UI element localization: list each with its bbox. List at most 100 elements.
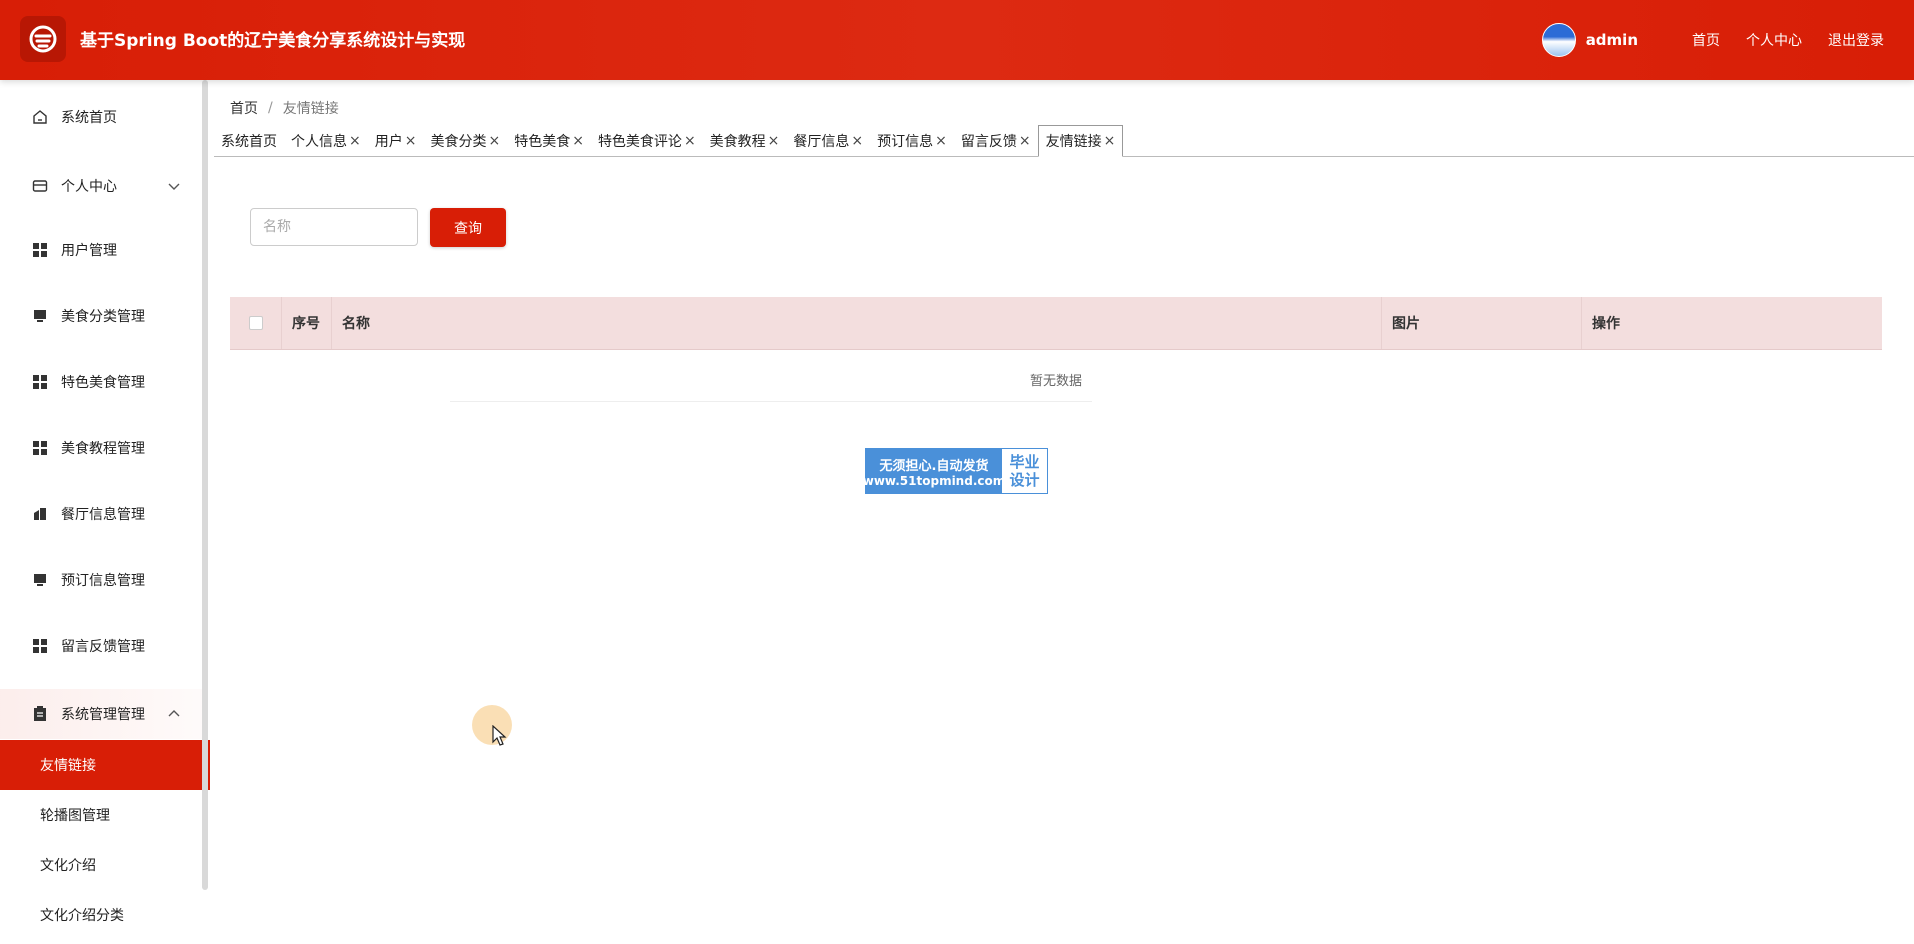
watermark-right: 毕业 设计	[1002, 449, 1047, 493]
sidebar-item-label: 用户管理	[61, 243, 117, 259]
tab-food-category[interactable]: 美食分类 ×	[423, 126, 507, 156]
tab-label: 用户	[374, 134, 403, 150]
sidebar-item-users[interactable]: 用户管理	[0, 225, 202, 275]
wallet-icon	[31, 177, 49, 195]
sidebar-item-label: 美食教程管理	[61, 441, 145, 457]
tab-label: 个人信息	[291, 134, 347, 150]
column-header-name: 名称	[332, 297, 1382, 349]
sidebar-subitem-carousel[interactable]: 轮播图管理	[0, 790, 210, 840]
sidebar-item-label: 特色美食管理	[61, 375, 145, 391]
sidebar-item-label: 预订信息管理	[61, 573, 145, 589]
sidebar-item-food-category[interactable]: 美食分类管理	[0, 291, 202, 341]
sidebar-item-reservations[interactable]: 预订信息管理	[0, 555, 202, 605]
close-icon[interactable]: ×	[572, 133, 584, 149]
breadcrumb-home[interactable]: 首页	[230, 98, 258, 118]
tab-label: 特色美食	[514, 134, 571, 150]
tab-label: 留言反馈	[960, 134, 1017, 150]
tab-label: 特色美食评论	[597, 134, 682, 150]
monitor-icon	[31, 307, 49, 325]
sidebar-item-label: 留言反馈管理	[61, 639, 145, 655]
grid-icon	[31, 241, 49, 259]
app-logo-icon	[20, 16, 66, 62]
tab-label: 预订信息	[877, 134, 934, 150]
column-header-image: 图片	[1382, 297, 1582, 349]
close-icon[interactable]: ×	[405, 133, 417, 149]
tab-label: 餐厅信息	[793, 134, 850, 150]
grid-icon	[31, 439, 49, 457]
tab-feedback[interactable]: 留言反馈 ×	[954, 126, 1038, 156]
sidebar: 系统首页 个人中心 用户管理 美食分类管理 特色美食管理 美食教程管理 餐厅信息…	[0, 80, 210, 944]
search-input[interactable]	[250, 208, 418, 246]
close-icon[interactable]: ×	[1104, 133, 1116, 149]
data-table: 序号 名称 图片 操作 暂无数据	[230, 297, 1882, 408]
close-icon[interactable]: ×	[851, 133, 863, 149]
close-icon[interactable]: ×	[1019, 133, 1031, 149]
sidebar-item-label: 系统管理管理	[61, 707, 145, 723]
tab-friend-links[interactable]: 友情链接 ×	[1037, 125, 1124, 157]
breadcrumb-separator: /	[268, 100, 273, 116]
sidebar-item-label: 个人中心	[61, 179, 117, 195]
sidebar-subitem-culture[interactable]: 文化介绍	[0, 840, 210, 890]
close-icon[interactable]: ×	[684, 133, 696, 149]
sidebar-subitem-culture-category[interactable]: 文化介绍分类	[0, 890, 210, 940]
tab-bar: 系统首页 个人信息 × 用户 × 美食分类 × 特色美食 × 特色美食评论 × 美食教程 ×…	[214, 124, 1914, 157]
tab-label: 友情链接	[1045, 134, 1102, 150]
watermark-right-top: 毕业	[1009, 453, 1040, 471]
select-all-cell	[230, 297, 282, 349]
tab-home[interactable]: 系统首页	[214, 126, 284, 156]
sidebar-subitem-label: 轮播图管理	[40, 808, 110, 824]
tab-restaurants[interactable]: 餐厅信息 ×	[786, 126, 870, 156]
grid-icon	[31, 637, 49, 655]
building-icon	[31, 505, 49, 523]
header-user-area: admin 首页 个人中心 退出登录	[1541, 20, 1884, 60]
tab-reservations[interactable]: 预订信息 ×	[870, 126, 954, 156]
watermark-line1: 无须担心.自动发货	[879, 458, 989, 474]
chevron-up-icon	[168, 710, 180, 717]
app-title: 基于Spring Boot的辽宁美食分享系统设计与实现	[80, 31, 466, 51]
select-all-checkbox[interactable]	[248, 316, 263, 330]
header-link-profile[interactable]: 个人中心	[1746, 30, 1802, 50]
close-icon[interactable]: ×	[349, 133, 361, 149]
header-link-logout[interactable]: 退出登录	[1828, 30, 1884, 50]
tab-special-food-comments[interactable]: 特色美食评论 ×	[591, 126, 703, 156]
close-icon[interactable]: ×	[768, 133, 780, 149]
sidebar-item-tutorials[interactable]: 美食教程管理	[0, 423, 202, 473]
tab-label: 美食分类	[430, 134, 487, 150]
tab-special-food[interactable]: 特色美食 ×	[507, 126, 591, 156]
column-header-actions: 操作	[1592, 316, 1620, 332]
sidebar-item-feedback[interactable]: 留言反馈管理	[0, 621, 202, 671]
sidebar-item-profile[interactable]: 个人中心	[0, 161, 202, 211]
sidebar-item-home[interactable]: 系统首页	[0, 92, 202, 142]
tab-tutorials[interactable]: 美食教程 ×	[703, 126, 787, 156]
close-icon[interactable]: ×	[935, 133, 947, 149]
clipboard-icon	[31, 705, 49, 723]
header-link-home[interactable]: 首页	[1692, 30, 1720, 50]
sidebar-subitem-label: 文化介绍分类	[40, 908, 124, 924]
sidebar-subitem-label: 文化介绍	[40, 858, 96, 874]
watermark-badge: 无须担心.自动发货 www.51topmind.com 毕业 设计	[863, 448, 1048, 494]
sidebar-item-label: 美食分类管理	[61, 309, 145, 325]
table-empty-text: 暂无数据	[230, 350, 1882, 408]
sidebar-item-special-food[interactable]: 特色美食管理	[0, 357, 202, 407]
monitor-icon	[31, 571, 49, 589]
watermark-left: 无须担心.自动发货 www.51topmind.com	[863, 449, 1005, 493]
sidebar-item-label: 餐厅信息管理	[61, 507, 145, 523]
avatar[interactable]	[1541, 23, 1576, 57]
breadcrumb: 首页 / 友情链接	[230, 98, 339, 118]
chevron-down-icon	[168, 183, 180, 190]
sidebar-subitem-label: 友情链接	[40, 758, 96, 774]
sidebar-item-system-management[interactable]: 系统管理管理	[0, 689, 202, 739]
close-icon[interactable]: ×	[488, 133, 500, 149]
sidebar-item-label: 系统首页	[61, 110, 117, 126]
sidebar-item-restaurants[interactable]: 餐厅信息管理	[0, 489, 202, 539]
sidebar-subitem-friend-links[interactable]: 友情链接	[0, 740, 210, 790]
sidebar-scrollbar[interactable]	[202, 80, 208, 890]
tab-users[interactable]: 用户 ×	[368, 126, 424, 156]
tab-personal-info[interactable]: 个人信息 ×	[284, 126, 368, 156]
tab-label: 系统首页	[221, 134, 277, 150]
column-header-index: 序号	[282, 297, 332, 349]
tab-label: 美食教程	[709, 134, 766, 150]
watermark-line2: www.51topmind.com	[862, 473, 1006, 488]
search-button[interactable]: 查询	[430, 208, 506, 247]
watermark-right-bottom: 设计	[1009, 471, 1040, 489]
